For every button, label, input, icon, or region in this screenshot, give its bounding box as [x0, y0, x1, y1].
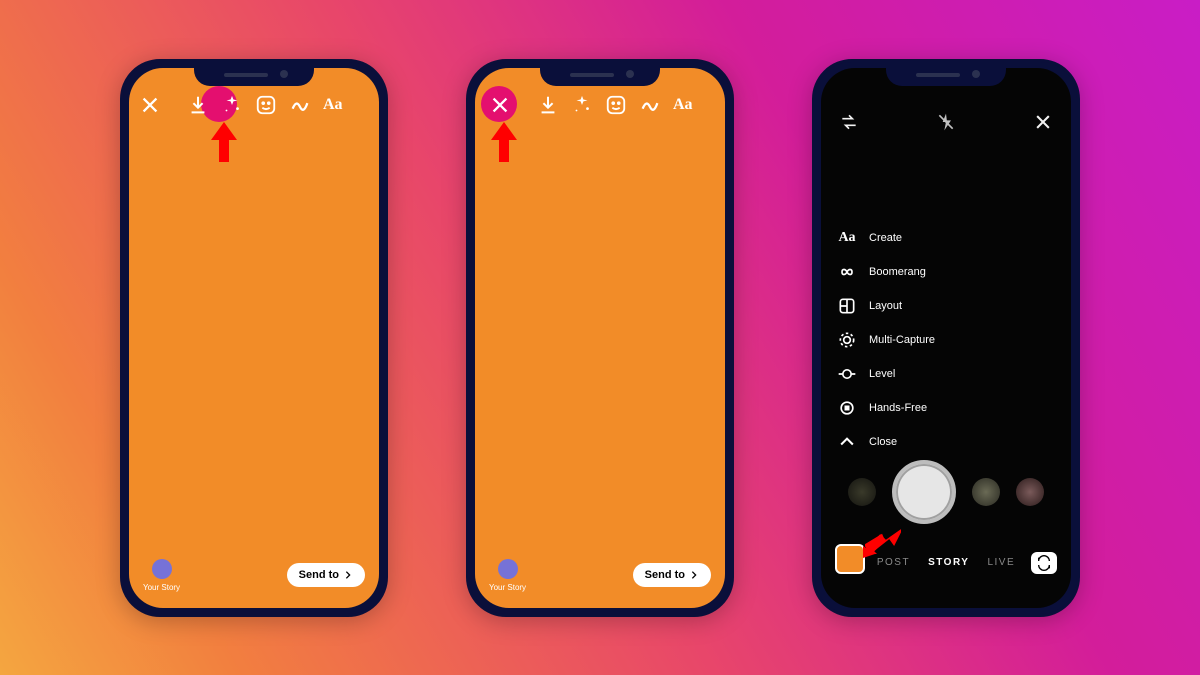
gallery-thumbnail[interactable] [835, 544, 865, 574]
chevron-right-icon [689, 570, 699, 580]
your-story-button[interactable]: Your Story [489, 559, 526, 592]
mode-label: Close [869, 436, 897, 448]
tab-post[interactable]: POST [877, 557, 910, 568]
level-icon [837, 364, 857, 384]
mode-multi-capture[interactable]: Multi-Capture [837, 330, 935, 350]
tab-live[interactable]: LIVE [987, 557, 1015, 568]
mode-label: Layout [869, 300, 902, 312]
send-to-button[interactable]: Send to [287, 563, 365, 587]
chevron-right-icon [343, 570, 353, 580]
mode-create[interactable]: Aa Create [837, 228, 935, 248]
flip-camera-icon [1036, 555, 1052, 571]
flip-camera-button[interactable] [1031, 552, 1057, 574]
your-story-label: Your Story [489, 583, 526, 592]
mode-boomerang[interactable]: Boomerang [837, 262, 935, 282]
your-story-button[interactable]: Your Story [143, 559, 180, 592]
callout-arrow [489, 122, 519, 162]
multi-capture-icon [837, 330, 857, 350]
sticker-icon[interactable] [255, 94, 277, 116]
phone-mockup-2: Aa Your Story Send to [466, 59, 734, 617]
tab-story[interactable]: STORY [928, 557, 969, 568]
callout-arrow-overlay [863, 524, 903, 558]
story-camera-screen: Aa Create Boomerang Layout [821, 68, 1071, 608]
mode-label: Hands-Free [869, 402, 927, 414]
shutter-button[interactable] [892, 460, 956, 524]
effects-icon[interactable] [571, 94, 593, 116]
send-to-button[interactable]: Send to [633, 563, 711, 587]
filter-thumbnail[interactable] [848, 478, 876, 506]
phone-mockup-1: Aa Your Story Send to [120, 59, 388, 617]
send-to-label: Send to [299, 569, 339, 581]
avatar-icon [152, 559, 172, 579]
hands-free-icon [837, 398, 857, 418]
mode-label: Boomerang [869, 266, 926, 278]
story-editor-screen: Aa Your Story Send to [475, 68, 725, 608]
effects-icon[interactable] [221, 94, 243, 116]
mode-layout[interactable]: Layout [837, 296, 935, 316]
download-icon[interactable] [187, 94, 209, 116]
filter-thumbnail[interactable] [972, 478, 1000, 506]
send-to-label: Send to [645, 569, 685, 581]
draw-icon[interactable] [289, 94, 311, 116]
filter-thumbnail[interactable] [1016, 478, 1044, 506]
mode-level[interactable]: Level [837, 364, 935, 384]
flash-off-icon[interactable] [936, 112, 956, 132]
chevron-up-icon [837, 432, 857, 452]
sticker-icon[interactable] [605, 94, 627, 116]
infinity-icon [837, 262, 857, 282]
mode-label: Multi-Capture [869, 334, 935, 346]
phone-mockup-3: Aa Create Boomerang Layout [812, 59, 1080, 617]
close-icon[interactable] [139, 94, 161, 116]
avatar-icon [498, 559, 518, 579]
your-story-label: Your Story [143, 583, 180, 592]
story-editor-screen: Aa Your Story Send to [129, 68, 379, 608]
callout-arrow [209, 122, 239, 162]
mode-label: Create [869, 232, 902, 244]
close-icon[interactable] [1033, 112, 1053, 132]
text-tool-icon[interactable]: Aa [673, 94, 693, 116]
aa-icon: Aa [837, 228, 857, 248]
download-icon[interactable] [537, 94, 559, 116]
mode-close[interactable]: Close [837, 432, 935, 452]
draw-icon[interactable] [639, 94, 661, 116]
text-tool-icon[interactable]: Aa [323, 94, 343, 116]
mode-label: Level [869, 368, 895, 380]
mode-hands-free[interactable]: Hands-Free [837, 398, 935, 418]
settings-icon[interactable] [839, 112, 859, 132]
layout-icon [837, 296, 857, 316]
close-icon[interactable] [489, 94, 511, 116]
